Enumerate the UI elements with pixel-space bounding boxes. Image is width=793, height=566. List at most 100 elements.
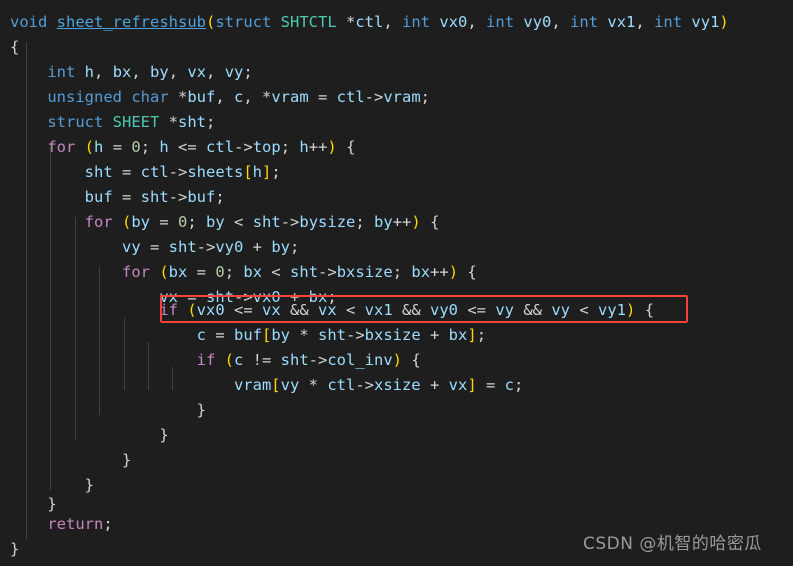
token-op: <= [458,301,496,319]
token-var: h [84,63,95,81]
token-brace: } [47,495,57,513]
token-op: ++ [308,138,328,156]
code-editor-screenshot: void sheet_refreshsub(struct SHTCTL *ctl… [0,0,793,566]
token-kw: int [654,13,683,31]
token-var: bx [411,263,431,281]
code-line-1[interactable]: { [10,35,19,60]
token-op [10,515,47,533]
code-line-2[interactable]: int h, bx, by, vx, vy; [10,60,253,85]
token-op [10,263,122,281]
token-p1: ] [467,326,477,344]
token-op: * [168,88,188,106]
token-p1: ( [122,213,132,231]
code-line-8[interactable]: for (by = 0; by < sht->bysize; by++) { [10,210,440,235]
token-op: = [112,188,141,206]
token-op: -> [308,351,328,369]
token-op: < [336,301,365,319]
token-var: vy0 [430,301,458,319]
token-op: , [383,13,403,31]
code-line-22[interactable]: } [10,537,19,562]
token-p1: ) [719,13,729,31]
token-p1: ] [467,376,477,394]
token-op: -> [318,263,337,281]
code-text-surface[interactable]: void sheet_refreshsub(struct SHTCTL *ctl… [0,0,793,566]
code-line-9[interactable]: vy = sht->vy0 + by; [10,235,299,260]
token-ctrl: for [121,263,150,281]
token-var: vx0 [196,301,225,319]
code-line-4[interactable]: struct SHEET *sht; [10,110,215,135]
token-op [421,213,430,231]
token-var: ctl [336,88,365,106]
token-brace: } [159,426,169,444]
token-brace: { [346,138,356,156]
token-var: sht [140,188,169,206]
token-op: , [206,63,225,81]
token-op: ; [355,213,375,231]
token-ctrl: if [159,301,178,319]
token-num: 0 [215,263,225,281]
token-var: vx0 [439,13,468,31]
code-line-5[interactable]: for (h = 0; h <= ctl->top; h++) { [10,135,355,160]
token-var: vram [383,88,421,106]
token-op [337,138,346,156]
token-brace: } [121,451,132,469]
code-line-7[interactable]: buf = sht->buf; [10,185,225,210]
token-kw: char [131,88,169,106]
code-line-6[interactable]: sht = ctl->sheets[h]; [10,160,281,185]
token-var: vy0 [215,238,244,256]
token-var: ctl [140,163,169,181]
token-op [10,451,122,469]
token-op [10,138,47,156]
code-line-15[interactable]: vram[vy * ctl->xsize + vx] = c; [10,373,523,398]
token-op [10,326,197,344]
token-op: <= [168,138,207,156]
token-op: * [290,326,318,344]
code-line-16[interactable]: } [10,398,206,423]
token-kw: int [47,63,76,81]
token-op: = [150,213,179,231]
code-line-10[interactable]: for (bx = 0; bx < sht->bxsize; bx++) { [10,260,477,285]
token-op [10,88,47,106]
token-op [178,301,187,319]
token-op: ; [243,63,253,81]
token-var: by [150,63,169,81]
token-var: bx [448,326,468,344]
token-brace: { [430,213,440,231]
token-op [150,263,159,281]
code-line-3[interactable]: unsigned char *buf, c, *vram = ctl->vram… [10,85,430,110]
token-var: vx [448,376,468,394]
code-line-13[interactable]: c = buf[by * sht->bxsize + bx]; [10,323,486,348]
token-var: bysize [299,213,356,231]
code-line-14[interactable]: if (c != sht->col_inv) { [10,348,421,373]
token-op: < [570,301,598,319]
token-op: = [112,163,141,181]
code-line-21[interactable]: return; [10,512,112,537]
token-brace: } [84,476,94,494]
token-op: , [168,63,188,81]
token-kw: unsigned [47,88,122,106]
token-var: bxsize [364,326,421,344]
csdn-watermark: CSDN @机智的哈密瓜 [583,534,762,554]
token-p1: [ [261,326,272,344]
token-var: h [299,138,309,156]
token-brace: } [196,401,206,419]
token-var: by [271,238,290,256]
token-brace: { [644,301,655,319]
code-line-12[interactable]: if (vx0 <= vx && vx < vx1 && vy0 <= vy &… [10,298,654,323]
code-line-17[interactable]: } [10,423,169,448]
token-ctrl: for [84,213,113,231]
code-line-18[interactable]: } [10,448,131,473]
token-op [682,13,691,31]
token-op [47,13,56,31]
token-var: sht [168,238,197,256]
token-p1: ( [84,138,95,156]
token-p1: ) [626,301,636,319]
token-var: c [196,326,206,344]
token-op [10,63,47,81]
token-var: xsize [373,376,421,394]
code-line-0[interactable]: void sheet_refreshsub(struct SHTCTL *ctl… [10,10,729,35]
token-op: = [140,238,169,256]
token-var: ctl [206,138,235,156]
token-op [10,238,122,256]
token-kw: int [486,13,515,31]
